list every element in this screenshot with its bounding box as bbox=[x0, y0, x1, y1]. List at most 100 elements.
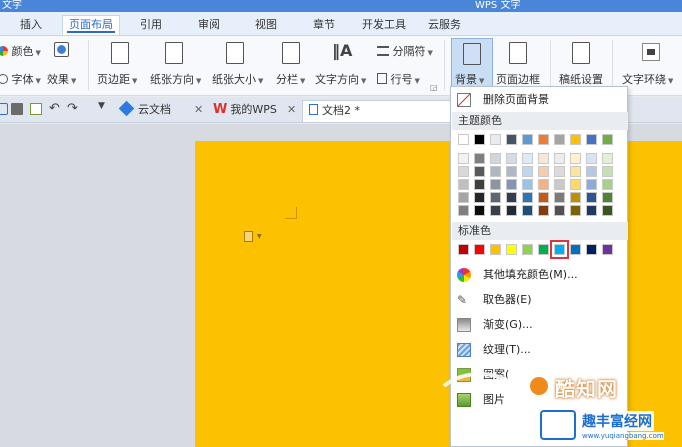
theme-color-swatch[interactable] bbox=[522, 134, 533, 145]
tab-page-layout[interactable]: 页面布局 bbox=[62, 15, 120, 35]
theme-shade-swatch[interactable] bbox=[458, 205, 469, 216]
theme-shade-swatch[interactable] bbox=[570, 205, 581, 216]
theme-shade-swatch[interactable] bbox=[554, 205, 565, 216]
tab-cloud[interactable]: 云服务 bbox=[428, 16, 461, 36]
chevron-down-icon[interactable]: ▼ bbox=[257, 233, 262, 240]
effects-top-button[interactable] bbox=[54, 42, 69, 57]
theme-color-swatch[interactable] bbox=[490, 134, 501, 145]
remove-background-item[interactable]: 删除页面背景 bbox=[451, 89, 627, 111]
paste-options-icon[interactable] bbox=[244, 231, 253, 242]
theme-shade-swatch[interactable] bbox=[538, 179, 549, 190]
tab-insert[interactable]: 插入 bbox=[20, 16, 42, 36]
theme-color-swatch[interactable] bbox=[554, 134, 565, 145]
close-icon[interactable]: ✕ bbox=[287, 103, 296, 116]
theme-shade-swatch[interactable] bbox=[458, 153, 469, 164]
page-border-button[interactable]: 页面边框 bbox=[496, 71, 540, 87]
paper-size-button[interactable]: 纸张大小 ▼ bbox=[212, 71, 263, 87]
standard-color-swatch[interactable] bbox=[490, 244, 501, 255]
standard-color-swatch[interactable] bbox=[458, 244, 469, 255]
theme-shade-swatch[interactable] bbox=[538, 153, 549, 164]
theme-shade-swatch[interactable] bbox=[570, 166, 581, 177]
tab-review[interactable]: 审阅 bbox=[198, 16, 220, 36]
theme-shade-swatch[interactable] bbox=[602, 179, 613, 190]
undo-icon[interactable]: ↶ bbox=[49, 101, 61, 116]
effects-button[interactable]: 效果 ▼ bbox=[47, 71, 76, 87]
redo-icon[interactable]: ↷ bbox=[67, 101, 79, 116]
colors-button[interactable]: 颜色 ▼ bbox=[0, 43, 41, 59]
texture-item[interactable]: 纹理(T)... bbox=[451, 339, 627, 361]
theme-shade-swatch[interactable] bbox=[522, 153, 533, 164]
standard-color-swatch[interactable] bbox=[538, 244, 549, 255]
theme-shade-swatch[interactable] bbox=[602, 166, 613, 177]
theme-shade-swatch[interactable] bbox=[570, 153, 581, 164]
print-icon[interactable] bbox=[11, 103, 23, 115]
theme-shade-swatch[interactable] bbox=[586, 179, 597, 190]
background-button[interactable]: 背景 ▼ bbox=[451, 38, 493, 92]
chevron-down-icon[interactable]: ▼ bbox=[98, 101, 110, 113]
theme-shade-swatch[interactable] bbox=[538, 192, 549, 203]
theme-shade-swatch[interactable] bbox=[554, 153, 565, 164]
theme-shade-swatch[interactable] bbox=[538, 166, 549, 177]
theme-shade-swatch[interactable] bbox=[586, 153, 597, 164]
theme-shade-swatch[interactable] bbox=[586, 166, 597, 177]
theme-shade-swatch[interactable] bbox=[506, 192, 517, 203]
theme-shade-swatch[interactable] bbox=[538, 205, 549, 216]
draft-paper-button[interactable]: 稿纸设置 bbox=[559, 71, 603, 87]
theme-shade-swatch[interactable] bbox=[490, 205, 501, 216]
more-fill-colors-item[interactable]: 其他填充颜色(M)... bbox=[451, 264, 627, 286]
theme-shade-swatch[interactable] bbox=[570, 179, 581, 190]
print-preview-icon[interactable] bbox=[30, 103, 42, 115]
theme-color-swatch[interactable] bbox=[506, 134, 517, 145]
standard-color-swatch[interactable] bbox=[586, 244, 597, 255]
theme-color-swatch[interactable] bbox=[474, 134, 485, 145]
standard-color-swatch[interactable] bbox=[550, 240, 569, 259]
standard-color-swatch[interactable] bbox=[474, 244, 485, 255]
theme-shade-swatch[interactable] bbox=[474, 192, 485, 203]
theme-shade-swatch[interactable] bbox=[458, 192, 469, 203]
theme-shade-swatch[interactable] bbox=[506, 205, 517, 216]
theme-shade-swatch[interactable] bbox=[490, 192, 501, 203]
theme-shade-swatch[interactable] bbox=[522, 205, 533, 216]
theme-shade-swatch[interactable] bbox=[570, 192, 581, 203]
theme-color-swatch[interactable] bbox=[586, 134, 597, 145]
tab-developer[interactable]: 开发工具 bbox=[362, 16, 406, 36]
line-numbers-button[interactable]: 行号 ▼ bbox=[377, 71, 420, 87]
text-wrap-button[interactable]: 文字环绕 ▼ bbox=[622, 71, 673, 87]
theme-shade-swatch[interactable] bbox=[554, 166, 565, 177]
theme-shade-swatch[interactable] bbox=[554, 179, 565, 190]
theme-shade-swatch[interactable] bbox=[474, 179, 485, 190]
theme-shade-swatch[interactable] bbox=[602, 205, 613, 216]
font-button[interactable]: 字体 ▼ bbox=[0, 71, 41, 87]
columns-button[interactable]: 分栏 ▼ bbox=[276, 71, 305, 87]
tab-cloud-docs[interactable]: 云文档 bbox=[117, 100, 171, 122]
theme-color-swatch[interactable] bbox=[602, 134, 613, 145]
theme-shade-swatch[interactable] bbox=[586, 192, 597, 203]
tab-view[interactable]: 视图 bbox=[255, 16, 277, 36]
gradient-item[interactable]: 渐变(G)... bbox=[451, 314, 627, 336]
breaks-button[interactable]: 分隔符 ▼ bbox=[377, 43, 433, 59]
theme-shade-swatch[interactable] bbox=[506, 179, 517, 190]
theme-shade-swatch[interactable] bbox=[474, 153, 485, 164]
standard-color-swatch[interactable] bbox=[506, 244, 517, 255]
group-expand-icon[interactable]: ◲ bbox=[430, 83, 438, 92]
margins-button[interactable]: 页边距 ▼ bbox=[97, 71, 137, 87]
tab-document2[interactable]: 文档2 * bbox=[302, 100, 452, 122]
theme-shade-swatch[interactable] bbox=[602, 192, 613, 203]
theme-shade-swatch[interactable] bbox=[490, 153, 501, 164]
theme-shade-swatch[interactable] bbox=[522, 192, 533, 203]
theme-shade-swatch[interactable] bbox=[474, 166, 485, 177]
theme-shade-swatch[interactable] bbox=[458, 166, 469, 177]
theme-shade-swatch[interactable] bbox=[522, 166, 533, 177]
save-icon[interactable] bbox=[0, 103, 8, 115]
theme-shade-swatch[interactable] bbox=[490, 179, 501, 190]
standard-color-swatch[interactable] bbox=[522, 244, 533, 255]
theme-shade-swatch[interactable] bbox=[458, 179, 469, 190]
theme-color-swatch[interactable] bbox=[538, 134, 549, 145]
theme-shade-swatch[interactable] bbox=[554, 192, 565, 203]
theme-shade-swatch[interactable] bbox=[602, 153, 613, 164]
standard-color-swatch[interactable] bbox=[570, 244, 581, 255]
theme-color-swatch[interactable] bbox=[570, 134, 581, 145]
theme-shade-swatch[interactable] bbox=[506, 166, 517, 177]
theme-color-swatch[interactable] bbox=[458, 134, 469, 145]
theme-shade-swatch[interactable] bbox=[490, 166, 501, 177]
